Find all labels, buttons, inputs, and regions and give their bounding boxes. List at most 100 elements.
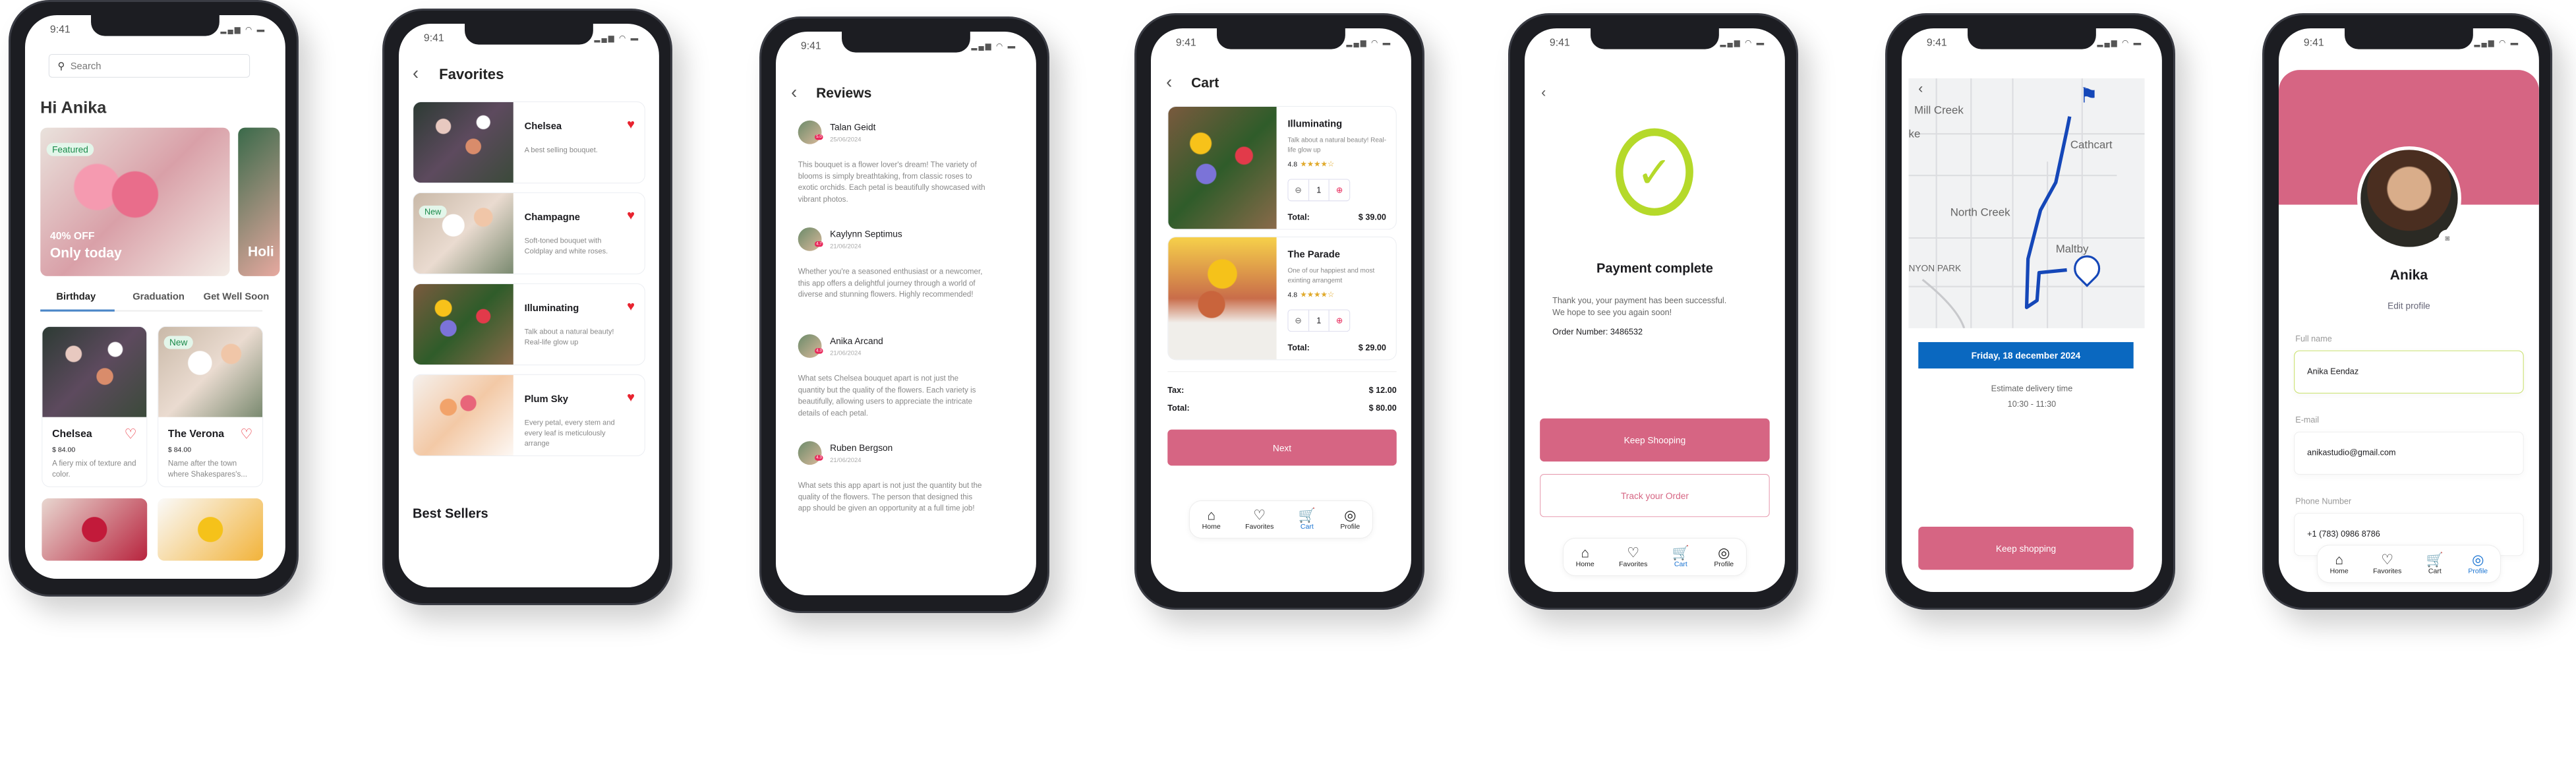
profile-icon: ◎ <box>2472 552 2484 568</box>
track-order-button[interactable]: Track your Order <box>1540 474 1770 517</box>
nav-label: Home <box>2329 568 2349 575</box>
nav-favorites[interactable]: ♡ Favorites <box>2373 552 2401 575</box>
favorite-card[interactable]: New Champagne ♥ Soft-toned bouquet with Col… <box>413 192 645 275</box>
product-image <box>42 326 147 417</box>
review-item: 4.3 Anika Arcand 21/06/2024 What sets Chels… <box>798 334 1007 438</box>
heart-filled-icon[interactable]: ♥ <box>627 390 635 405</box>
reviewer-name: Talan Geidt <box>830 121 876 133</box>
total-value: $ 39.00 <box>1358 212 1386 222</box>
profile-field-input[interactable]: anikastudio@gmail.com <box>2294 431 2524 475</box>
nav-favorites[interactable]: ♡ Favorites <box>1619 545 1647 568</box>
total-value: $ 29.00 <box>1358 343 1386 353</box>
heart-outline-icon[interactable]: ♡ <box>240 425 252 442</box>
tab-0[interactable]: Birthday <box>56 291 96 302</box>
product-name: The Verona <box>167 428 225 440</box>
nav-profile[interactable]: ◎ Profile <box>1340 508 1360 531</box>
back-icon[interactable]: ‹ <box>413 63 419 84</box>
plus-icon[interactable]: ⊕ <box>1330 180 1349 201</box>
cart-item-image <box>1168 237 1277 360</box>
next-card-title: Holi <box>248 244 274 260</box>
plus-icon[interactable]: ⊕ <box>1330 310 1349 332</box>
favorite-image <box>413 283 513 365</box>
favorites-icon: ♡ <box>1627 545 1640 561</box>
product-card-partial[interactable] <box>158 498 264 561</box>
quantity-stepper[interactable]: ⊖ 1 ⊕ <box>1287 309 1351 332</box>
featured-badge: Featured <box>46 142 94 156</box>
search-input[interactable]: ⚲ Search <box>48 53 250 78</box>
tab-1[interactable]: Graduation <box>132 291 185 302</box>
featured-card[interactable]: Featured 40% OFF Only today <box>40 127 230 276</box>
nav-home[interactable]: ⌂ Home <box>2330 552 2349 575</box>
heart-filled-icon[interactable]: ♥ <box>627 299 635 314</box>
heart-filled-icon[interactable]: ♥ <box>627 117 635 133</box>
favorite-card[interactable]: Illuminating ♥ Talk about a natural beauty… <box>413 283 645 366</box>
product-card[interactable]: New The Verona ♡ $ 84.00 Name after the town… <box>158 326 264 488</box>
cart-icon: 🛒 <box>1298 508 1316 523</box>
field-label: E-mail <box>2295 415 2320 425</box>
quantity-stepper[interactable]: ⊖ 1 ⊕ <box>1287 179 1351 202</box>
review-item: 5.0 Talan Geidt 25/06/2024 This bouquet is … <box>798 120 1007 225</box>
featured-subtitle: Only today <box>49 245 122 261</box>
home-phone-screen: 9:41 ▂▄▆ ◠ ▬ ⚲ Search Hi Anika Featured 40% OF… <box>25 15 285 579</box>
nav-cart[interactable]: 🛒 Cart <box>1672 545 1689 568</box>
favorite-name: Plum Sky <box>524 393 568 405</box>
map-label: Mill Creek <box>1914 104 1964 117</box>
map[interactable]: Mill Creek Cathcart North Creek Maltby NYON … <box>1908 78 2145 328</box>
favorites-icon: ♡ <box>2381 552 2394 568</box>
keep-shopping-button[interactable]: Keep Shooping <box>1540 418 1770 462</box>
product-desc: A fiery mix of texture and color. <box>52 459 136 479</box>
product-card[interactable]: Chelsea ♡ $ 84.00 A fiery mix of texture an… <box>42 326 148 488</box>
review-text: Whether you're a seasoned enthusiast or … <box>798 268 983 299</box>
back-icon[interactable]: ‹ <box>1166 71 1172 93</box>
cart-phone: 9:41 ▂▄▆ ◠ ▬ ‹ Cart Illuminating Talk about a… <box>1134 13 1424 610</box>
nav-cart[interactable]: 🛒 Cart <box>1299 508 1316 531</box>
profile-phone-screen: 9:41 ▂▄▆ ◠ ▬ ◙ Anika Edit profile Full name An… <box>2279 28 2539 593</box>
nav-label: Cart <box>2428 568 2442 575</box>
edit-profile-link[interactable]: Edit profile <box>2279 301 2539 311</box>
profile-field-input[interactable]: Anika Eendaz <box>2294 350 2524 394</box>
field-label: Full name <box>2295 334 2332 344</box>
product-card-partial[interactable] <box>42 498 148 561</box>
next-button[interactable]: Next <box>1167 429 1397 466</box>
nav-home[interactable]: ⌂ Home <box>1576 545 1595 568</box>
minus-icon[interactable]: ⊖ <box>1288 310 1309 332</box>
new-badge: New <box>163 336 193 349</box>
next-card[interactable]: Holi <box>238 127 280 276</box>
back-icon[interactable]: ‹ <box>1918 81 1923 97</box>
nav-profile[interactable]: ◎ Profile <box>1714 545 1734 568</box>
nav-cart[interactable]: 🛒 Cart <box>2426 552 2444 575</box>
heart-outline-icon[interactable]: ♡ <box>125 425 137 442</box>
favorite-name: Champagne <box>524 211 580 223</box>
review-date: 25/06/2024 <box>830 135 862 143</box>
review-date: 21/06/2024 <box>830 243 862 250</box>
favorite-card[interactable]: Chelsea ♥ A best selling bouquet. <box>413 101 645 184</box>
status-time: 9:41 <box>800 40 821 52</box>
nav-profile[interactable]: ◎ Profile <box>2468 552 2488 575</box>
nav-label: Profile <box>2468 568 2488 575</box>
favorites-icon: ♡ <box>1253 508 1266 523</box>
tab-2[interactable]: Get Well Soon <box>204 291 270 302</box>
rating-value: 4.8 <box>1287 161 1298 169</box>
review-date: 21/06/2024 <box>830 456 862 463</box>
home-icon: ⌂ <box>1581 545 1590 561</box>
success-check-icon: ✓ <box>1615 128 1693 216</box>
avatar <box>798 227 822 251</box>
keep-shopping-button[interactable]: Keep shopping <box>1918 527 2134 570</box>
cart-item: The Parade One of our happiest and most e… <box>1167 236 1397 361</box>
search-icon: ⚲ <box>57 59 65 71</box>
back-icon[interactable]: ‹ <box>1541 85 1546 101</box>
favorite-card[interactable]: Plum Sky ♥ Every petal, every stem and eve… <box>413 374 645 457</box>
nav-favorites[interactable]: ♡ Favorites <box>1245 508 1273 531</box>
minus-icon[interactable]: ⊖ <box>1288 179 1309 201</box>
status-icons: ▂▄▆ ◠ ▬ <box>1720 38 1766 47</box>
rating-badge: 4.7 <box>814 241 823 247</box>
review-text: What sets this app apart is not just the… <box>798 481 982 513</box>
route-line <box>2024 116 2072 309</box>
heart-filled-icon[interactable]: ♥ <box>627 208 635 223</box>
back-icon[interactable]: ‹ <box>791 82 797 103</box>
reviews-phone-screen: 9:41 ▂▄▆ ◠ ▬ ‹ Reviews 5.0 Talan Geidt 25/06/2… <box>776 32 1036 596</box>
cart-icon: 🛒 <box>1672 545 1689 561</box>
map-label: North Creek <box>1950 206 2010 219</box>
nav-home[interactable]: ⌂ Home <box>1202 508 1221 531</box>
camera-icon[interactable]: ◙ <box>2438 229 2457 248</box>
